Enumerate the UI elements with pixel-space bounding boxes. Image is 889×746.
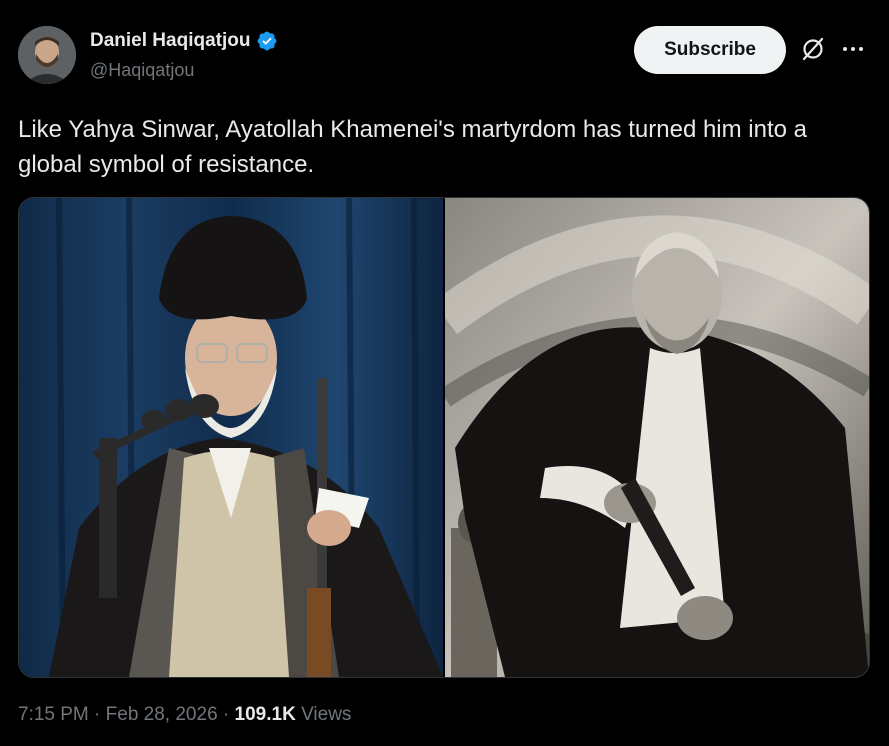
tweet-text: Like Yahya Sinwar, Ayatollah Khamenei's … — [18, 116, 808, 178]
media-image-left[interactable] — [19, 198, 443, 677]
tweet-time[interactable]: 7:15 PM — [18, 704, 89, 725]
author-display-name[interactable]: Daniel Haqiqatjou — [90, 30, 250, 52]
meta-separator: · — [94, 704, 101, 725]
author-handle[interactable]: @Haqiqatjou — [90, 60, 194, 81]
photo-cleric-illustration — [19, 198, 443, 677]
more-dots-icon[interactable] — [840, 36, 866, 62]
meta-separator: · — [222, 704, 230, 725]
views-count: 109.1K — [234, 704, 296, 725]
subscribe-button[interactable]: Subscribe — [634, 26, 786, 74]
avatar-image — [18, 26, 76, 84]
slashed-circle-icon[interactable] — [800, 36, 826, 62]
avatar[interactable] — [18, 26, 76, 84]
views-label: Views — [301, 704, 352, 725]
tweet-date[interactable]: Feb 28, 2026 — [106, 704, 218, 725]
verified-badge-icon[interactable] — [256, 30, 278, 52]
photo-man-bw-illustration — [432, 198, 869, 677]
tweet-meta: 7:15 PM · Feb 28, 2026 · 109.1K Views — [18, 704, 351, 726]
author-name-row: Daniel Haqiqatjou — [90, 30, 278, 52]
media-image-right[interactable] — [432, 198, 869, 677]
media-container[interactable] — [18, 197, 870, 678]
